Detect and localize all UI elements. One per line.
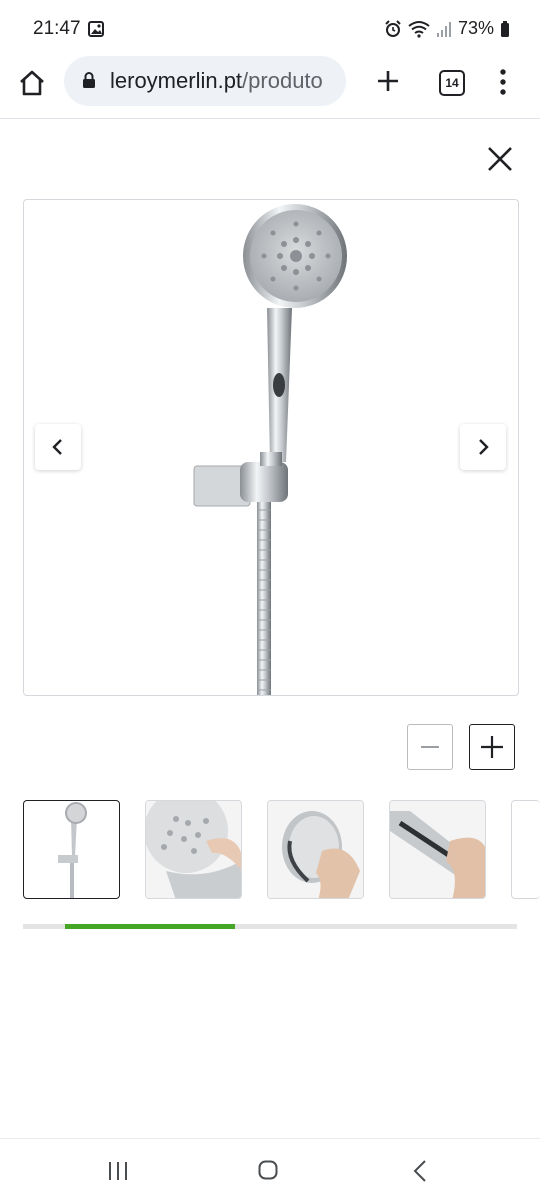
thumbnail-scroll-track bbox=[23, 924, 517, 929]
thumbnail-shower-head-hand[interactable] bbox=[267, 800, 364, 899]
recents-icon[interactable] bbox=[107, 1161, 129, 1181]
status-icons: 73% bbox=[384, 18, 510, 39]
battery-percent: 73% bbox=[457, 18, 494, 38]
plus-icon bbox=[481, 736, 503, 758]
close-icon[interactable] bbox=[486, 145, 514, 173]
chevron-left-icon bbox=[52, 439, 62, 455]
status-bar: 21:47 73% bbox=[0, 0, 540, 56]
wifi-icon bbox=[408, 20, 430, 38]
thumbnail-shower-set[interactable] bbox=[23, 800, 120, 899]
thumbnail-image bbox=[268, 801, 363, 898]
minus-icon bbox=[421, 746, 439, 748]
home-icon[interactable] bbox=[17, 68, 47, 98]
next-image-button[interactable] bbox=[460, 424, 506, 470]
zoom-in-button[interactable] bbox=[469, 724, 515, 770]
thumbnail-shower-handle-hand[interactable] bbox=[389, 800, 486, 899]
signal-icon bbox=[436, 21, 451, 37]
tab-switcher-button[interactable]: 14 bbox=[439, 70, 465, 96]
alarm-icon bbox=[385, 19, 401, 37]
browser-toolbar: leroymerlin.pt/produto 14 bbox=[0, 56, 540, 119]
shower-head-image bbox=[193, 204, 347, 695]
zoom-out-button[interactable] bbox=[407, 724, 453, 770]
more-vert-icon[interactable] bbox=[498, 68, 508, 96]
url-text[interactable]: leroymerlin.pt/produto bbox=[110, 68, 323, 94]
gallery-icon bbox=[88, 21, 104, 37]
url-path: /produto bbox=[242, 68, 323, 93]
main-product-image bbox=[23, 199, 519, 696]
thumbnail-image bbox=[390, 801, 485, 898]
new-tab-button[interactable] bbox=[374, 67, 402, 95]
android-navigation-bar bbox=[0, 1138, 540, 1201]
previous-image-button[interactable] bbox=[35, 424, 81, 470]
lock-icon[interactable] bbox=[82, 71, 96, 89]
thumbnail-partial[interactable] bbox=[511, 800, 540, 899]
thumbnail-scroll-indicator bbox=[64, 924, 236, 929]
battery-icon bbox=[501, 20, 509, 37]
back-icon[interactable] bbox=[412, 1159, 428, 1183]
thumbnail-image bbox=[58, 802, 87, 898]
home-circle-icon[interactable] bbox=[258, 1160, 278, 1180]
status-time: 21:47 bbox=[33, 18, 81, 39]
thumbnail-shower-head-closeup[interactable] bbox=[145, 800, 242, 899]
url-domain: leroymerlin.pt bbox=[110, 68, 243, 93]
thumbnail-image bbox=[146, 801, 241, 898]
address-bar[interactable]: leroymerlin.pt/produto bbox=[64, 56, 346, 106]
chevron-right-icon bbox=[479, 439, 489, 455]
